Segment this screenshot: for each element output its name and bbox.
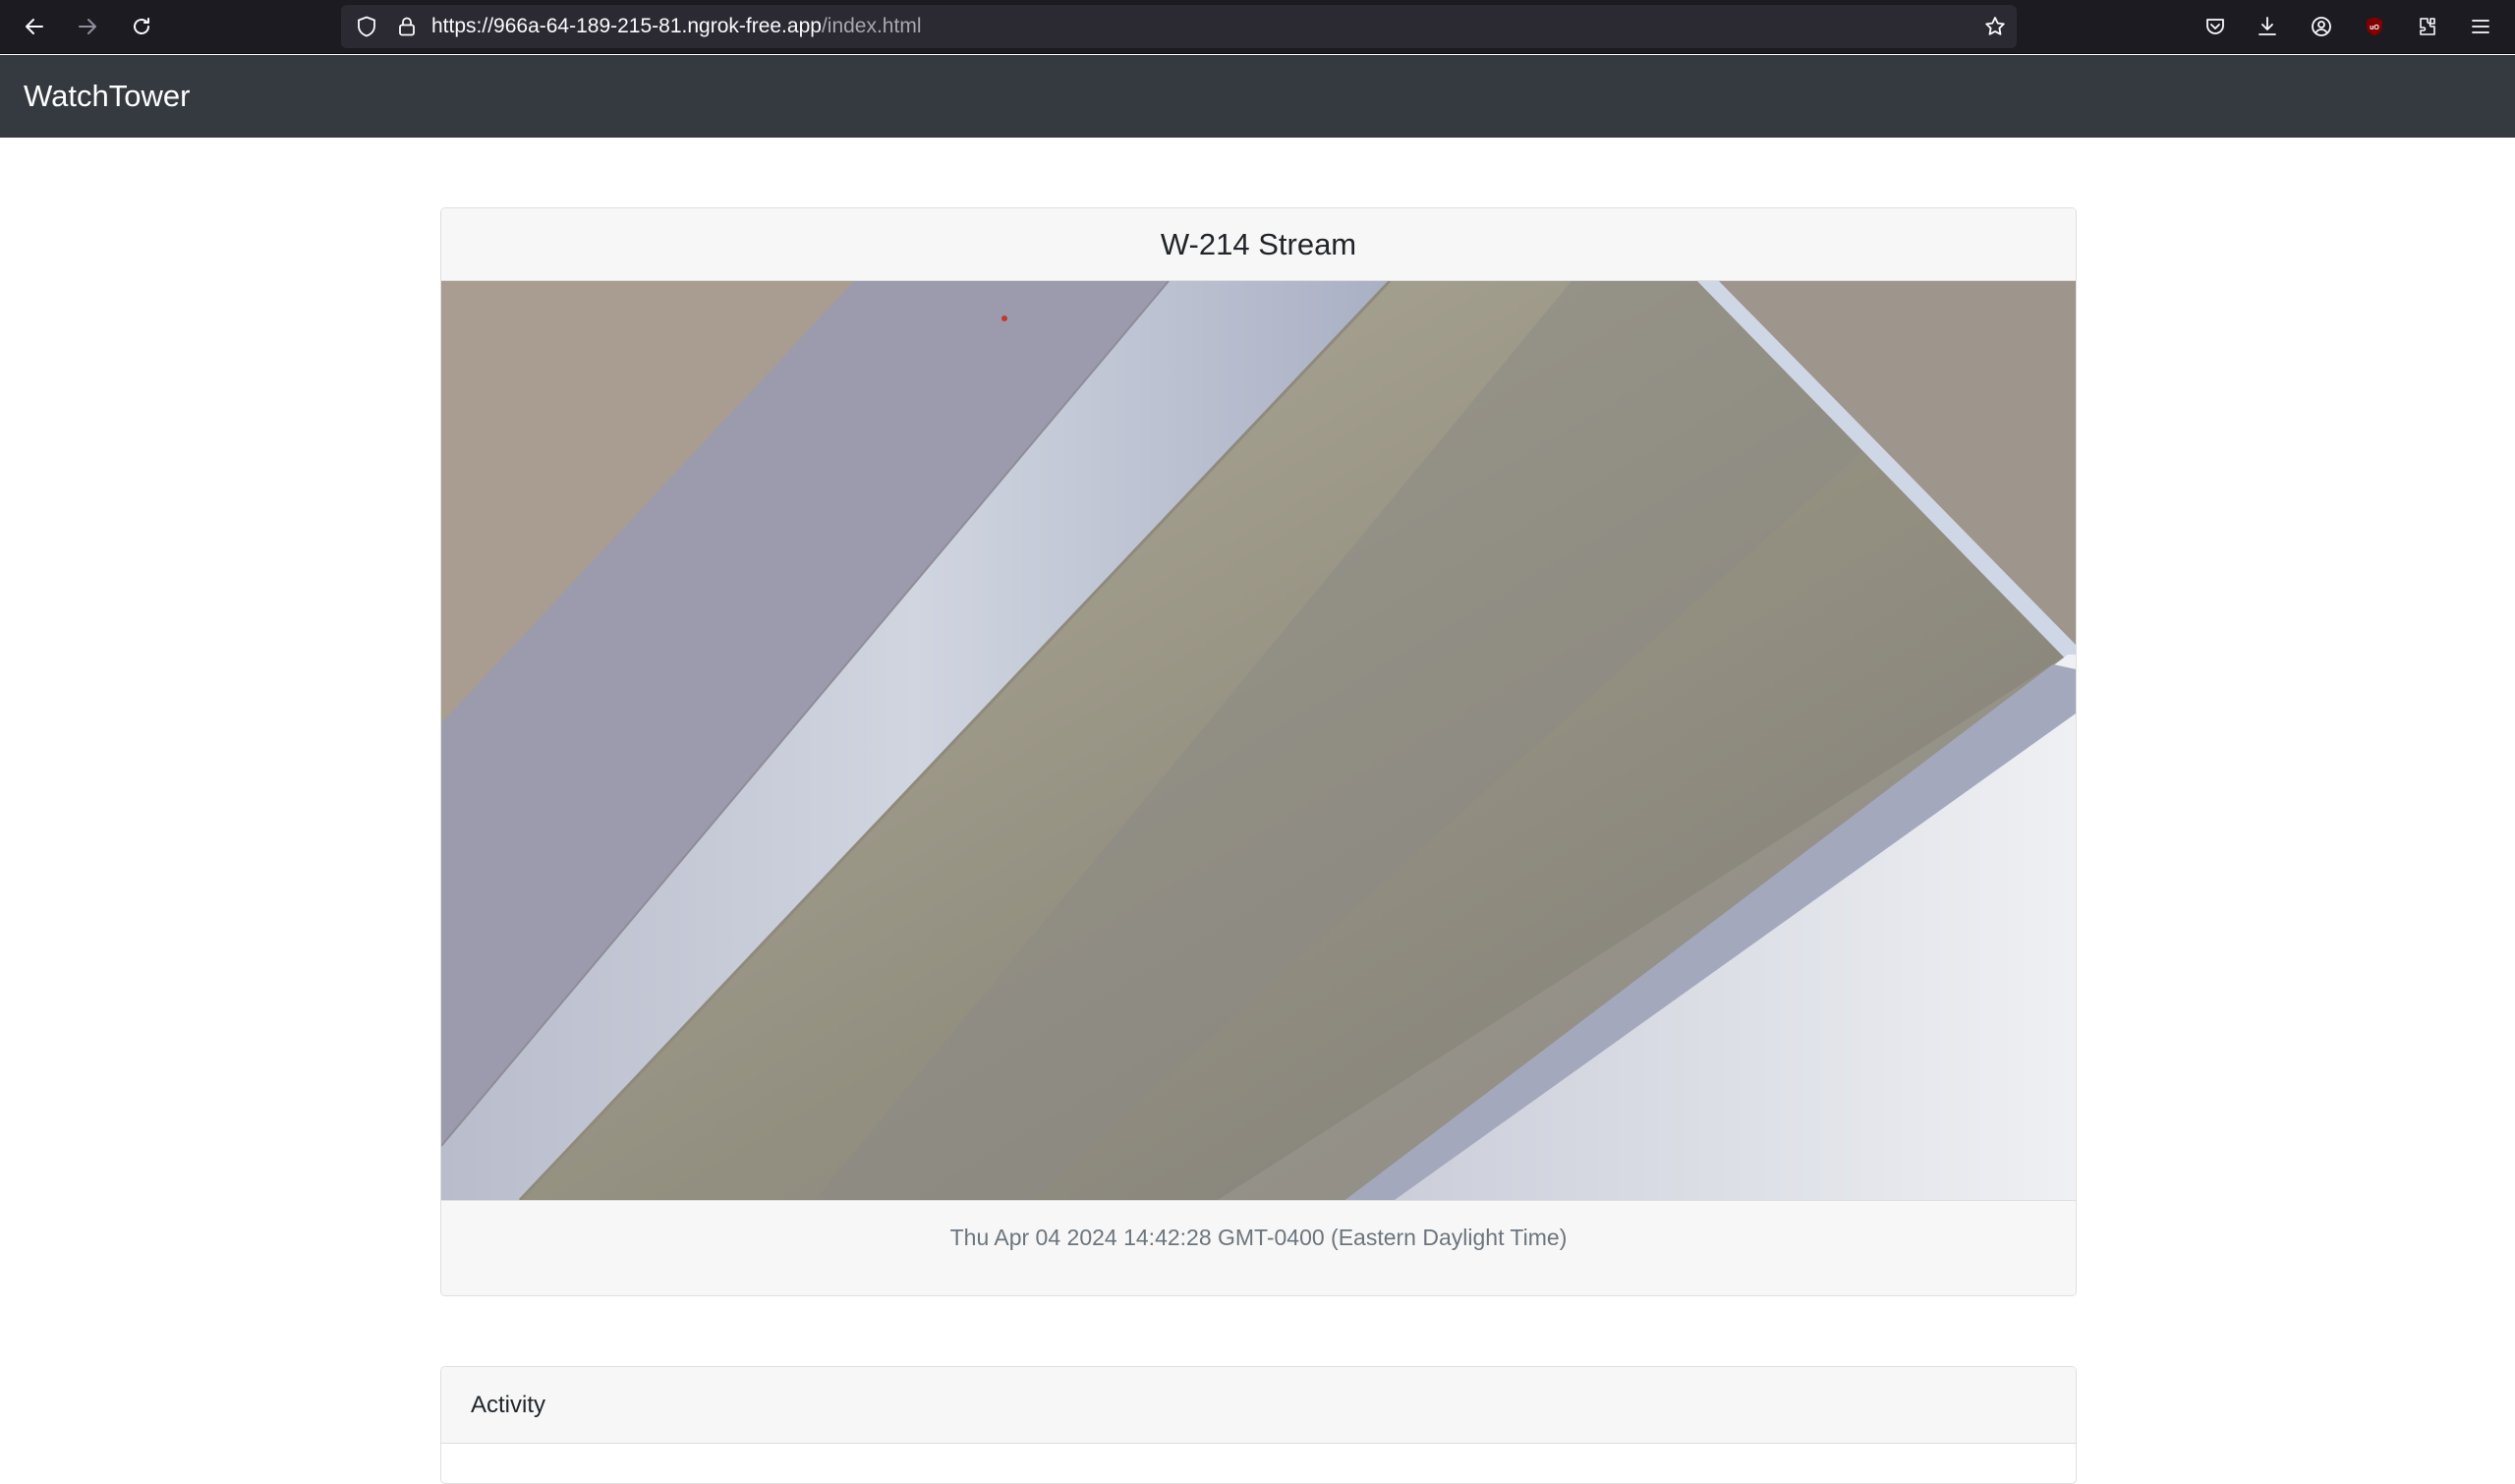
menu-button[interactable] — [2467, 13, 2494, 40]
pocket-button[interactable] — [2201, 13, 2229, 40]
downloads-button[interactable] — [2254, 13, 2281, 40]
activity-title: Activity — [471, 1391, 546, 1418]
menu-icon — [2472, 20, 2489, 33]
activity-card-header: Activity — [441, 1367, 2076, 1444]
svg-text:uO: uO — [2370, 25, 2379, 31]
lock-icon[interactable] — [395, 15, 419, 38]
url-text[interactable]: https://966a-64-189-215-81.ngrok-free.ap… — [431, 5, 921, 48]
account-button[interactable] — [2308, 13, 2335, 40]
star-icon[interactable] — [1983, 15, 2007, 38]
extensions-icon — [2420, 18, 2435, 35]
url-host: https://966a-64-189-215-81.ngrok-free.ap… — [431, 15, 822, 37]
forward-arrow-icon — [79, 19, 96, 34]
url-bar[interactable]: https://966a-64-189-215-81.ngrok-free.ap… — [341, 5, 2017, 48]
app-navbar: WatchTower — [0, 55, 2515, 138]
back-button[interactable] — [18, 10, 51, 43]
pocket-icon — [2206, 19, 2224, 34]
account-icon — [2312, 17, 2331, 36]
camera-stream-image — [441, 281, 2076, 1200]
stream-card-footer: Thu Apr 04 2024 14:42:28 GMT-0400 (Easte… — [441, 1200, 2076, 1295]
browser-toolbar: https://966a-64-189-215-81.ngrok-free.ap… — [0, 0, 2515, 54]
stream-card-header: W-214 Stream — [441, 208, 2076, 281]
activity-card: Activity — [440, 1366, 2077, 1484]
ublock-icon: uO — [2367, 17, 2382, 36]
stream-title: W-214 Stream — [1160, 226, 1357, 261]
ublock-button[interactable]: uO — [2361, 13, 2388, 40]
stream-card: W-214 Stream Thu Apr 04 2024 14:42:28 GM… — [440, 207, 2077, 1296]
forward-button[interactable] — [71, 10, 104, 43]
reload-button[interactable] — [125, 10, 158, 43]
url-path: /index.html — [821, 15, 922, 37]
reload-icon — [134, 18, 149, 34]
brand-title[interactable]: WatchTower — [24, 55, 190, 138]
back-arrow-icon — [26, 19, 43, 34]
download-icon — [2258, 17, 2276, 35]
stream-image-graphic — [441, 281, 2076, 1200]
stream-timestamp: Thu Apr 04 2024 14:42:28 GMT-0400 (Easte… — [949, 1225, 1568, 1250]
shield-icon[interactable] — [355, 15, 378, 38]
extensions-button[interactable] — [2414, 13, 2441, 40]
